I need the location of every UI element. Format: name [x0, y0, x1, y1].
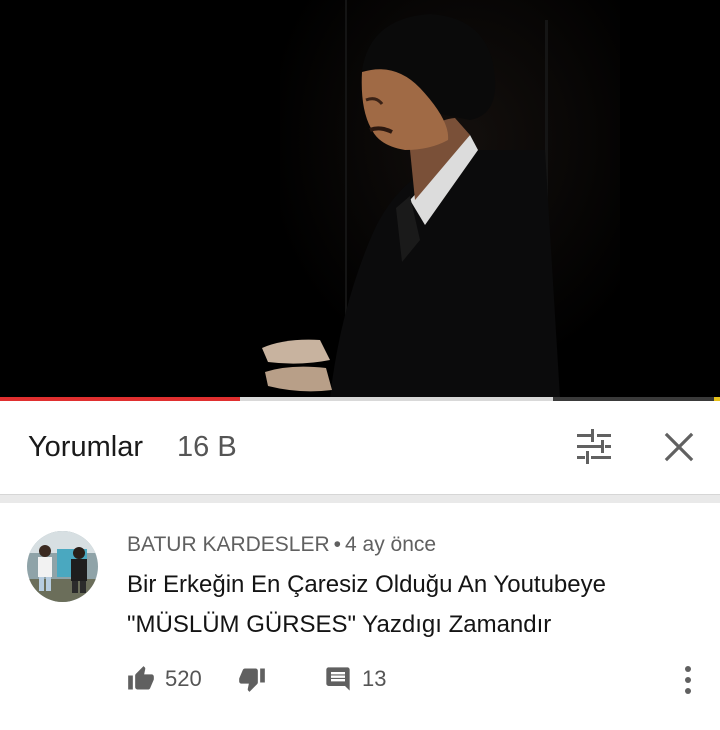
- thumb-down-icon: [239, 668, 265, 692]
- close-comments-button[interactable]: [658, 426, 700, 468]
- like-button[interactable]: 520: [127, 663, 202, 695]
- meta-separator: •: [333, 533, 342, 556]
- video-frame: [0, 0, 720, 398]
- comment-icon: [326, 667, 350, 691]
- section-divider: [0, 494, 720, 503]
- comments-title: Yorumlar: [28, 431, 143, 463]
- like-count: 520: [165, 666, 202, 691]
- more-vert-icon: [685, 666, 691, 694]
- comments-count: 16 B: [177, 431, 237, 463]
- close-icon: [664, 432, 694, 462]
- comment-author[interactable]: BATUR KARDESLER: [127, 533, 330, 556]
- comment-meta: BATUR KARDESLER • 4 ay önce: [127, 533, 436, 557]
- comment-more-button[interactable]: [676, 663, 700, 697]
- comment-text: Bir Erkeğin En Çaresiz Olduğu An Youtube…: [127, 565, 687, 645]
- avatar[interactable]: [27, 531, 98, 602]
- comment-text-line-2: "MÜSLÜM GÜRSES" Yazdıgı Zamandır: [127, 611, 552, 638]
- reply-count: 13: [362, 666, 387, 691]
- comment-time: 4 ay önce: [345, 533, 437, 556]
- comment-item: BATUR KARDESLER • 4 ay önce Bir Erkeğin En…: [0, 503, 720, 730]
- sort-comments-button[interactable]: [573, 426, 615, 468]
- thumb-up-icon: [128, 666, 154, 690]
- video-player[interactable]: [0, 0, 720, 398]
- comment-text-line-1: Bir Erkeğin En Çaresiz Olduğu An Youtube…: [127, 571, 606, 598]
- tune-icon: [577, 429, 611, 464]
- dislike-button[interactable]: [238, 663, 266, 695]
- avatar-image: [27, 531, 98, 602]
- reply-button[interactable]: 13: [324, 663, 386, 695]
- comments-header: Yorumlar 16 B: [0, 401, 720, 494]
